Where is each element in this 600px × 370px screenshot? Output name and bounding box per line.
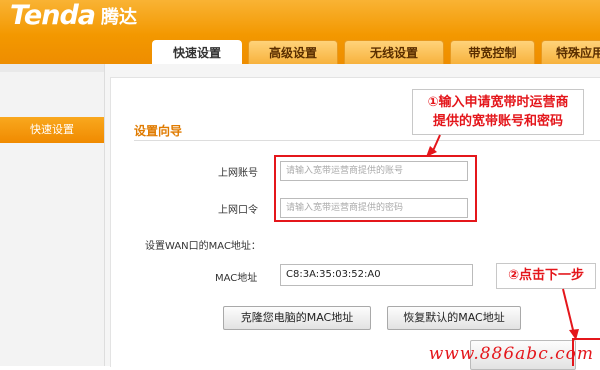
annotation-arrows [426, 134, 579, 340]
watermark: www.886abc.com [428, 344, 594, 364]
arrow-line-next [562, 288, 575, 335]
arrow-head-next [569, 329, 579, 340]
